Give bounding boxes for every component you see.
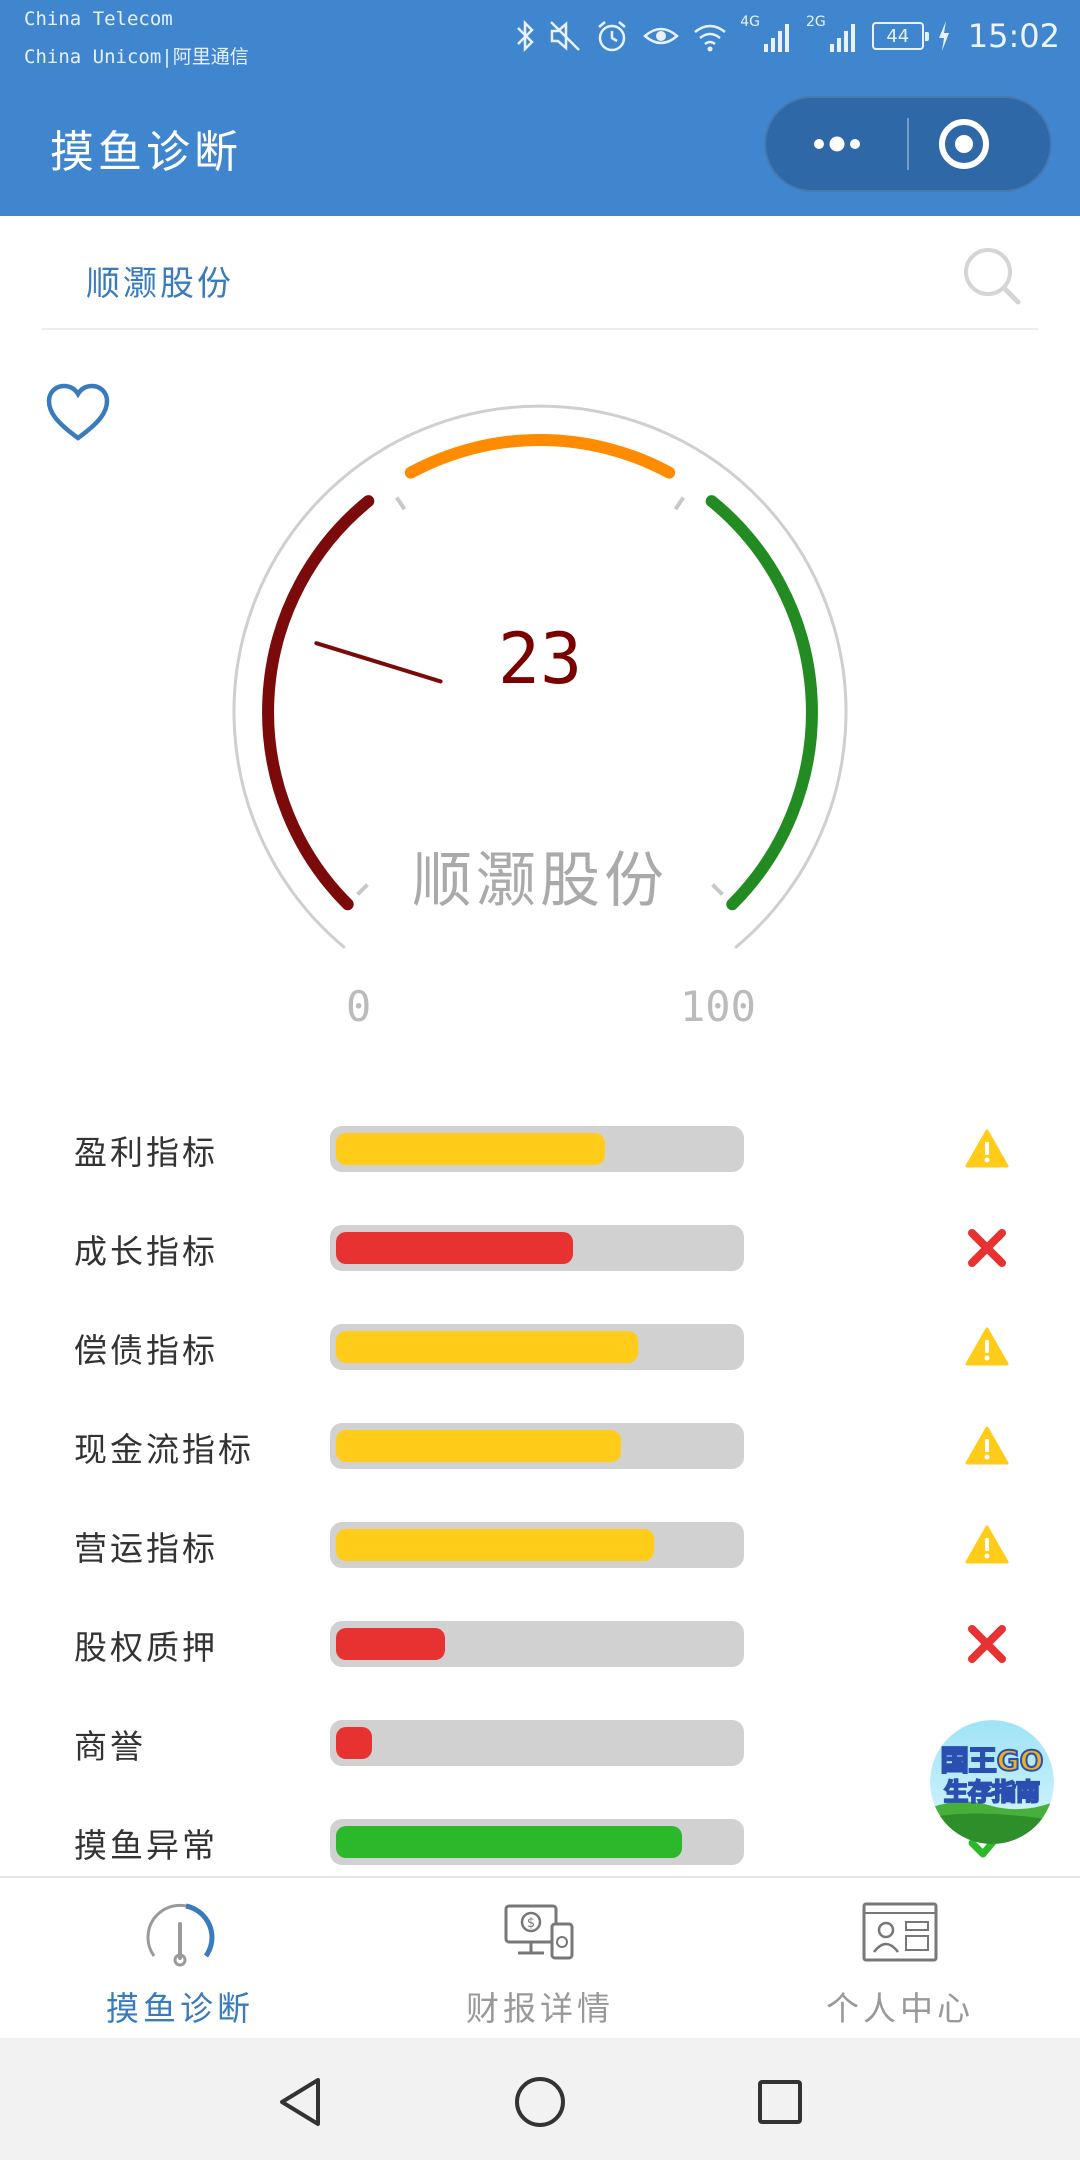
svg-text:生存指南: 生存指南: [944, 1778, 1040, 1806]
indicator-row[interactable]: 偿债指标: [0, 1318, 1080, 1378]
indicator-bar-fill: [336, 1628, 445, 1660]
eye-comfort-icon: [643, 27, 680, 45]
indicator-bar-fill: [336, 1529, 654, 1561]
search-icon: [964, 248, 1021, 305]
clock: 15:02: [967, 17, 1060, 55]
indicator-bar-fill: [336, 1826, 682, 1858]
indicator-label: 营运指标: [74, 1529, 218, 1568]
indicator-row[interactable]: 股权质押: [0, 1615, 1080, 1675]
fail-cross-icon: [964, 1225, 1010, 1271]
indicator-row[interactable]: 盈利指标: [0, 1120, 1080, 1180]
wifi-icon: [694, 24, 727, 52]
gauge-arc-mid: [404, 433, 676, 479]
app-title: 摸鱼诊断: [50, 127, 242, 178]
indicator-bar-track: [330, 1225, 744, 1271]
indicator-row[interactable]: 成长指标: [0, 1219, 1080, 1279]
gauge-tick: [673, 496, 686, 511]
bottom-tab-bar: 摸鱼诊断 $ 财报详情 个人中心: [0, 1876, 1080, 2038]
battery-icon: 44: [871, 22, 929, 50]
tab-financial-report[interactable]: $ 财报详情: [360, 1878, 720, 2038]
indicator-row[interactable]: 营运指标: [0, 1516, 1080, 1576]
indicator-label: 成长指标: [74, 1232, 218, 1271]
indicator-bar-fill: [336, 1727, 372, 1759]
indicator-label: 股权质押: [74, 1628, 218, 1667]
signal-icon-2: [829, 24, 855, 52]
promo-badge[interactable]: 国王GO 生存指南: [930, 1720, 1054, 1844]
charging-icon: [938, 21, 949, 51]
signal-icon-1: [764, 24, 790, 52]
indicator-row[interactable]: 摸鱼异常: [0, 1813, 1080, 1873]
tab-label: 个人中心: [826, 1989, 974, 2028]
indicator-bar-fill: [336, 1331, 638, 1363]
carrier-label-2: China Unicom|阿里通信: [24, 46, 249, 68]
gauge-stock-name: 顺灏股份: [412, 846, 668, 916]
gauge-max-label: 100: [680, 982, 756, 1031]
home-icon[interactable]: [510, 2072, 570, 2132]
gauge-needle: [314, 641, 443, 684]
fail-cross-icon: [964, 1621, 1010, 1667]
indicator-label: 盈利指标: [74, 1133, 218, 1172]
profile-icon: [862, 1902, 938, 1962]
gauge-icon: [146, 1903, 215, 1967]
indicator-bar-track: [330, 1720, 744, 1766]
gauge-tick: [394, 496, 407, 511]
indicator-row[interactable]: 商誉: [0, 1714, 1080, 1774]
capsule-divider: [907, 118, 909, 170]
indicator-bar-track: [330, 1126, 744, 1172]
more-dots-icon: [814, 136, 860, 152]
svg-text:国王GO: 国王GO: [941, 1744, 1044, 1777]
warning-icon: [964, 1423, 1010, 1469]
recents-icon[interactable]: [750, 2072, 810, 2132]
indicator-bar-track: [330, 1819, 744, 1865]
search-underline: [42, 328, 1038, 330]
back-icon[interactable]: [270, 2072, 330, 2132]
indicator-bar-fill: [336, 1232, 573, 1264]
report-icon: $: [504, 1904, 574, 1960]
alarm-icon: [598, 21, 627, 52]
indicator-bar-track: [330, 1324, 744, 1370]
tab-label: 财报详情: [466, 1989, 614, 2028]
miniprogram-capsule: [764, 96, 1052, 192]
indicator-bar-track: [330, 1423, 744, 1469]
warning-icon: [964, 1324, 1010, 1370]
tab-diagnosis[interactable]: 摸鱼诊断: [0, 1878, 360, 2038]
mute-icon: [550, 21, 581, 51]
tab-label: 摸鱼诊断: [106, 1989, 254, 2028]
warning-icon: [964, 1522, 1010, 1568]
target-close-icon: [939, 119, 989, 169]
bluetooth-icon: [517, 19, 535, 53]
indicator-label: 商誉: [74, 1727, 146, 1766]
gauge-value: 23: [497, 618, 583, 700]
tab-profile[interactable]: 个人中心: [720, 1878, 1080, 2038]
warning-icon: [964, 1126, 1010, 1172]
svg-text:$: $: [527, 1916, 535, 1931]
indicator-label: 现金流指标: [74, 1430, 254, 1469]
more-button[interactable]: [802, 116, 872, 172]
search-input[interactable]: 顺灏股份: [86, 256, 234, 305]
network-type-1: 4G: [740, 14, 761, 30]
indicator-row[interactable]: 现金流指标: [0, 1417, 1080, 1477]
gauge-min-label: 0: [346, 982, 372, 1031]
indicator-bar-track: [330, 1621, 744, 1667]
indicator-bar-fill: [336, 1133, 605, 1165]
close-miniprogram-button[interactable]: [936, 116, 992, 172]
indicator-label: 偿债指标: [74, 1331, 218, 1370]
indicator-label: 摸鱼异常: [74, 1826, 218, 1865]
carrier-label-1: China Telecom: [24, 8, 173, 30]
indicator-bar-track: [330, 1522, 744, 1568]
indicator-bar-fill: [336, 1430, 621, 1462]
status-icons: 4G 2G 44 15:02: [514, 14, 1060, 58]
search-button[interactable]: [960, 244, 1026, 310]
network-type-2: 2G: [806, 14, 826, 30]
promo-badge-image: 国王GO 生存指南: [930, 1720, 1054, 1844]
system-nav-bar: [0, 2038, 1080, 2160]
